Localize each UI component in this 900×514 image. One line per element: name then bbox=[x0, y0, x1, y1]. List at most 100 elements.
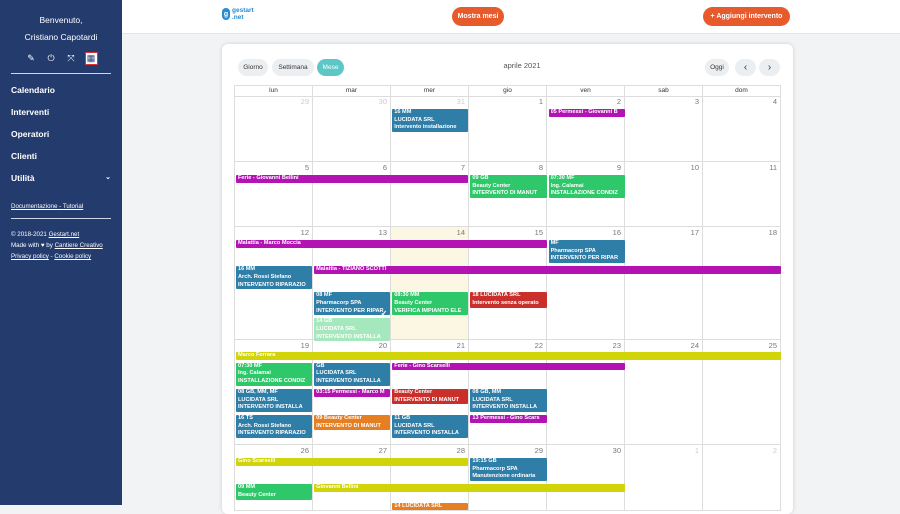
calendar-event[interactable]: 14 GB LUCIDATA SRL INTERVENTO INSTALLA ✓ bbox=[314, 310, 391, 342]
day-cell[interactable]: 30 bbox=[547, 445, 625, 511]
view-month-button[interactable]: Mese bbox=[317, 59, 344, 76]
calendar-event[interactable]: Giovanni Bellini bbox=[314, 484, 625, 492]
cookie-link[interactable]: Cookie policy bbox=[54, 253, 91, 260]
calendar-event[interactable]: 08 GB, MM LUCIDATA SRL INTERVENTO INSTALLA bbox=[470, 388, 547, 412]
calendar-event[interactable]: 16 MM LUCIDATA SRL Intervento installazion… bbox=[392, 109, 469, 133]
layout-icon[interactable]: ▦ bbox=[84, 52, 98, 65]
nav-utilita[interactable]: Utilità ⌄ bbox=[0, 167, 122, 189]
day-cell[interactable]: 11 bbox=[703, 162, 781, 227]
gestart-link[interactable]: Gestart.net bbox=[49, 231, 80, 238]
calendar-event[interactable]: 16 MM Arch. Rossi Stefano INTERVENTO RIPAR… bbox=[236, 266, 313, 290]
event-line: INTERVENTO RIPARAZIO bbox=[238, 281, 306, 288]
edit-icon[interactable]: ✎ bbox=[25, 52, 38, 65]
calendar-event[interactable]: Gino Scarselli bbox=[236, 458, 469, 466]
calendar-title: aprile 2021 bbox=[503, 61, 541, 70]
calendar-event[interactable]: 11 GB LUCIDATA SRL INTERVENTO INSTALLA bbox=[392, 414, 469, 438]
sidebar-icon-bar: ✎ ⏻ ⤧ ▦ bbox=[0, 52, 122, 65]
calendar-event[interactable]: 09 MM Beauty Center bbox=[236, 484, 313, 500]
day-cell[interactable]: 30 bbox=[313, 96, 391, 162]
day-cell[interactable]: 4 bbox=[703, 96, 781, 162]
calendar-event[interactable]: 05 Permessi - Giovanni B bbox=[548, 109, 625, 117]
month-grid: lun mar mer gio ven sab dom 29 30 31 1 2 3 4 16 MM LUC… bbox=[234, 85, 781, 511]
calendar-event[interactable]: Beauty Center INTERVENTO DI MANUT bbox=[392, 388, 469, 405]
today-button[interactable]: Oggi bbox=[705, 59, 729, 76]
calendar-event[interactable]: 08 MF Pharmacorp SPA INTERVENTO PER RIPAR bbox=[314, 292, 391, 316]
calendar-event[interactable]: GB LUCIDATA SRL INTERVENTO INSTALLA bbox=[314, 362, 391, 386]
show-months-button[interactable]: Mostra mesi bbox=[452, 7, 504, 26]
logo-text-top: gestart bbox=[232, 7, 254, 14]
cantiere-link[interactable]: Cantiere Creativo bbox=[55, 242, 103, 249]
calendar-event[interactable]: 16 TS Arch. Rossi Stefano INTERVENTO RIPAR… bbox=[236, 414, 313, 438]
calendar-event[interactable]: 03:15 Permessi - Marco M bbox=[314, 388, 391, 397]
calendar-event[interactable]: 07:30 MF Ing. Calamai INSTALLAZIONE CONDIZ bbox=[236, 362, 313, 386]
event-line: Pharmacorp SPA bbox=[472, 465, 518, 472]
event-line: INTERVENTO DI MANUT bbox=[472, 190, 538, 197]
fullscreen-icon[interactable]: ⤧ bbox=[65, 52, 78, 65]
event-line: 16 TS bbox=[238, 414, 253, 421]
event-line: Beauty Center bbox=[472, 182, 511, 189]
day-cell[interactable]: 18 bbox=[703, 227, 781, 340]
day-cell[interactable]: 10 bbox=[625, 162, 703, 227]
logo-text: gestart .net bbox=[232, 7, 254, 21]
day-cell[interactable]: 1 bbox=[469, 96, 547, 162]
calendar-event[interactable]: MF Pharmacorp SPA INTERVENTO PER RIPAR bbox=[548, 240, 625, 264]
event-line: 09 Beauty Center bbox=[316, 414, 362, 421]
calendar-event[interactable]: 18 LUCIDATA SRL Intervento senza operato bbox=[470, 292, 547, 308]
day-cell[interactable]: 3 bbox=[625, 96, 703, 162]
calendar-event[interactable]: Marco Ferrara bbox=[236, 352, 781, 360]
day-cell[interactable]: 28 bbox=[391, 445, 469, 511]
calendar-event[interactable]: 09 GB Beauty Center INTERVENTO DI MANUT bbox=[470, 175, 547, 199]
user-name: Cristiano Capotardi bbox=[24, 32, 98, 42]
calendar-event[interactable]: Ferie - Gino Scarselli bbox=[392, 362, 625, 371]
event-line: INTERVENTO INSTALLA bbox=[472, 404, 538, 411]
event-line: 03:15 Permessi - Marco M bbox=[316, 388, 385, 395]
event-line: Malattia - Marco Moccia bbox=[238, 240, 301, 246]
privacy-link[interactable]: Privacy policy bbox=[11, 253, 49, 260]
add-intervention-button[interactable]: + Aggiungi intervento bbox=[703, 7, 790, 26]
week-row: 12 13 14 15 16 17 18 Malattia - Marco Moccia MF P… bbox=[234, 227, 781, 342]
doc-links: Documentazione - Tutorial bbox=[11, 203, 84, 210]
calendar-event[interactable]: 07:30 MF Ing. Calamai INSTALLAZIONE CONDIZ bbox=[548, 175, 625, 199]
nav-calendario[interactable]: Calendario bbox=[0, 79, 122, 101]
event-line: Intervento installazione bbox=[394, 124, 457, 131]
prev-month-button[interactable]: ‹ bbox=[735, 59, 756, 76]
event-line: Arch. Rossi Stefano bbox=[238, 422, 292, 429]
documentation-link[interactable]: Documentazione bbox=[11, 203, 57, 210]
power-icon[interactable]: ⏻ bbox=[45, 52, 58, 65]
day-cell[interactable]: 6 bbox=[313, 162, 391, 227]
day-cell[interactable]: 2 bbox=[547, 96, 625, 162]
day-cell[interactable]: 27 bbox=[313, 445, 391, 511]
calendar-event[interactable]: 08:30 MM Beauty Center VERIFICA IMPIANTO E… bbox=[392, 292, 469, 316]
event-line: Beauty Center bbox=[394, 299, 433, 306]
day-cell[interactable]: 5 bbox=[235, 162, 313, 227]
calendar-event[interactable]: Malattia - TIZIANO SCOTTI bbox=[314, 266, 781, 274]
day-cell[interactable]: 17 bbox=[625, 227, 703, 340]
view-week-button[interactable]: Settimana bbox=[272, 59, 314, 76]
calendar-event[interactable]: Ferie - Giovanni Bellini bbox=[236, 175, 469, 183]
week-row: 5 6 7 8 9 10 11 Ferie - Giovanni Bellini 09 GB Be… bbox=[234, 162, 781, 227]
day-cell[interactable]: 29 bbox=[235, 96, 313, 162]
top-bar: g gestart .net Mostra mesi + Aggiungi int… bbox=[122, 0, 900, 34]
tutorial-link[interactable]: Tutorial bbox=[63, 203, 83, 210]
view-day-button[interactable]: Giorno bbox=[238, 59, 268, 76]
calendar-event[interactable]: 09 Beauty Center INTERVENTO DI MANUT bbox=[314, 414, 391, 431]
week-cells: 29 30 31 1 2 3 4 bbox=[235, 96, 781, 162]
day-cell[interactable]: 7 bbox=[391, 162, 469, 227]
week-row: 26 27 28 29 30 1 2 Gino Scarselli 19:15 GB Pharma… bbox=[234, 445, 781, 511]
nav-clienti[interactable]: Clienti bbox=[0, 145, 122, 167]
day-cell[interactable]: 2 bbox=[703, 445, 781, 511]
calendar-event[interactable]: 19:15 GB Pharmacorp SPA Manutenzione ordin… bbox=[470, 458, 547, 482]
nav-interventi[interactable]: Interventi bbox=[0, 101, 122, 123]
calendar-event[interactable]: Malattia - Marco Moccia bbox=[236, 240, 547, 248]
copyright-text: © 2018-2021 bbox=[11, 231, 49, 238]
day-cell[interactable]: 1 bbox=[625, 445, 703, 511]
gestart-logo[interactable]: g gestart .net bbox=[222, 7, 254, 21]
calendar-event[interactable]: 14 LUCIDATA SRL bbox=[392, 502, 469, 511]
next-month-button[interactable]: › bbox=[759, 59, 780, 76]
calendar-event[interactable]: 08 GB, MM, MF LUCIDATA SRL INTERVENTO INST… bbox=[236, 388, 313, 412]
nav-operatori[interactable]: Operatori bbox=[0, 123, 122, 145]
day-cell[interactable]: 26 bbox=[235, 445, 313, 511]
event-line: Beauty Center bbox=[394, 388, 433, 395]
calendar-event[interactable]: 13 Permessi - Gino Scars bbox=[470, 414, 547, 423]
nav-utilita-label: Utilità bbox=[11, 173, 35, 183]
